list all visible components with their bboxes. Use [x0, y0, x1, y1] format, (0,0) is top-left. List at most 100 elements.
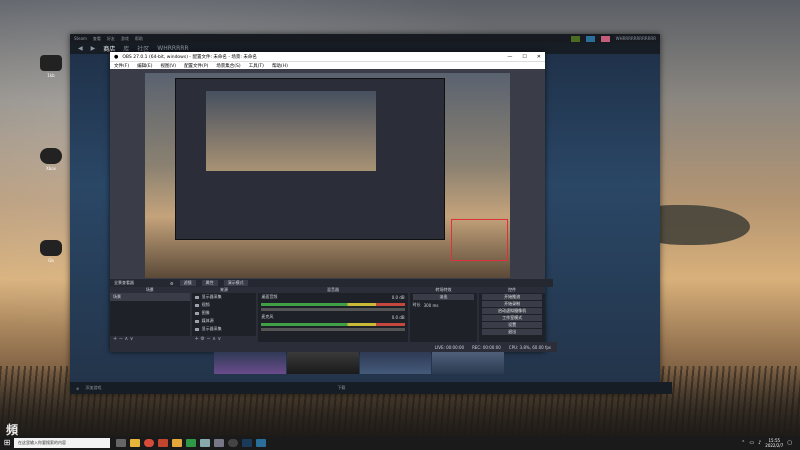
sources-dock: 来源 显示器采集 视频 图像 媒体源 显示器采集 + ⚙ − ∧ ∨ [191, 287, 257, 342]
gear-icon[interactable]: ⚙ [170, 281, 174, 286]
source-item[interactable]: 显示器采集 [192, 293, 257, 301]
media-icon [194, 319, 199, 323]
rec-status: REC: 00:00:00 [472, 344, 501, 350]
steam-menu-steam[interactable]: Steam [74, 36, 87, 41]
recursive-preview-2 [206, 91, 376, 171]
steam-account-name[interactable]: WHRRRRRRRRRRRR [616, 36, 656, 42]
settings-button[interactable]: 设置 [482, 322, 542, 328]
app-icon[interactable] [214, 439, 224, 447]
volume-slider[interactable] [261, 308, 405, 311]
steam-topbar: Steam 查看 好友 游戏 帮助 WHRRRRRRRRRRRR [70, 34, 660, 43]
transitions-dock: 转场特效 淡出 时长 300 ms [409, 287, 478, 342]
monitor-icon [194, 295, 199, 299]
duration-row: 时长 300 ms [410, 301, 478, 309]
studio-mode-button[interactable]: 工作室模式 [482, 315, 542, 321]
steam-bottom-bar: ⊕ 添加游戏 下载 [70, 382, 672, 394]
windows-start-icon[interactable]: ⊞ [0, 436, 14, 450]
play-icon[interactable] [186, 439, 196, 447]
start-streaming-button[interactable]: 开始推流 [482, 294, 542, 300]
close-icon[interactable]: ✕ [537, 54, 541, 60]
app-icon[interactable] [172, 439, 182, 447]
volume-meter [261, 323, 405, 326]
selected-source-outline [451, 219, 508, 261]
obs-taskbar-icon[interactable] [228, 439, 238, 447]
nav-username[interactable]: WHRRRRR [157, 45, 188, 52]
minimize-icon[interactable]: — [507, 54, 512, 60]
taskbar-search-input[interactable]: 在这里输入你要搜索的内容 [14, 438, 110, 448]
tab-studio-mode[interactable]: 演示模式 [223, 280, 248, 286]
tab-filters[interactable]: 滤镜 [179, 280, 196, 286]
mixer-channel: 麦克风 0.0 dB [258, 313, 407, 321]
desktop-icon-label: Gb [48, 258, 54, 263]
obs-preview-canvas[interactable] [145, 73, 510, 278]
obs-window: ● OBS 27.0.1 (64-bit, windows) - 配置文件: 未… [110, 52, 557, 352]
image-icon [194, 311, 199, 315]
channel-name: 桌面音频 [261, 294, 278, 299]
scenes-dock: 场景 场景 + − ∧ ∨ [110, 287, 190, 342]
steam-thumbnail-strip [214, 352, 504, 374]
desktop-icon-handheld[interactable]: 1kb [36, 55, 66, 78]
live-status: LIVE: 00:00:00 [434, 344, 465, 350]
app-icon[interactable] [256, 439, 266, 447]
steam-menu-view[interactable]: 查看 [93, 36, 101, 42]
scene-label: 全景查看器 [114, 280, 134, 285]
notification-center-icon[interactable]: ▢ [787, 440, 792, 446]
app-icon[interactable] [158, 439, 168, 447]
gamepad-icon [40, 148, 62, 164]
duration-input[interactable]: 300 ms [424, 303, 439, 308]
chrome-icon[interactable] [144, 439, 154, 447]
source-item-label: 显示器采集 [201, 294, 222, 299]
plus-icon[interactable]: ⊕ [76, 386, 79, 391]
thumbnail[interactable] [359, 352, 432, 374]
maximize-icon[interactable]: ☐ [522, 54, 526, 60]
add-game-button[interactable]: 添加游戏 [85, 385, 101, 391]
downloads-button[interactable]: 下载 [337, 385, 345, 391]
forward-arrow-icon[interactable]: ▶ [91, 45, 96, 52]
transition-select[interactable]: 淡出 [412, 294, 475, 300]
window-controls: — ☐ ✕ [507, 54, 541, 60]
back-arrow-icon[interactable]: ◀ [78, 45, 83, 52]
volume-slider[interactable] [261, 328, 405, 331]
windows-taskbar: ⊞ 在这里输入你要搜索的内容 ⌃ ▭ ♪ 15:55 2022/2/7 ▢ [0, 436, 800, 450]
virtual-camera-button[interactable]: 启动虚拟摄像机 [482, 308, 542, 314]
desktop-icon-gamepad[interactable]: Xbox [36, 148, 66, 171]
source-item[interactable]: 视频 [192, 301, 257, 309]
volume-icon[interactable]: ♪ [758, 440, 761, 446]
system-tray: ⌃ ▭ ♪ 15:55 2022/2/7 ▢ [741, 438, 800, 448]
steam-menu-help[interactable]: 帮助 [135, 36, 143, 42]
app-icon[interactable] [200, 439, 210, 447]
controls-dock: 控件 开始推流 开始录制 启动虚拟摄像机 工作室模式 设置 退出 [479, 287, 545, 342]
clock[interactable]: 15:55 2022/2/7 [765, 438, 783, 448]
thumbnail[interactable] [214, 352, 286, 374]
obs-window-title: OBS 27.0.1 (64-bit, windows) - 配置文件: 未命名… [122, 54, 257, 60]
network-icon[interactable]: ▭ [749, 440, 754, 446]
file-explorer-icon[interactable] [130, 439, 140, 447]
video-icon [194, 303, 199, 307]
source-item[interactable]: 媒体源 [192, 317, 257, 325]
tab-properties[interactable]: 属性 [201, 280, 218, 286]
desktop-icon-label: Xbox [46, 166, 56, 171]
thumbnail[interactable] [286, 352, 359, 374]
chevron-up-icon[interactable]: ⌃ [741, 440, 745, 446]
start-recording-button[interactable]: 开始录制 [482, 301, 542, 307]
source-item-label: 显示器采集 [201, 326, 222, 331]
source-item[interactable]: 显示器采集 [192, 325, 257, 333]
audio-mixer-dock: 混音器 桌面音频 0.0 dB 麦克风 0.0 dB [258, 287, 408, 342]
steam-taskbar-icon[interactable] [242, 439, 252, 447]
duration-label: 时长 [412, 302, 421, 307]
steam-menu-friends[interactable]: 好友 [107, 36, 115, 42]
steam-menu-games[interactable]: 游戏 [121, 36, 129, 42]
broadcast-icon[interactable] [570, 35, 580, 42]
desktop-icon-label: 1kb [47, 73, 55, 78]
exit-button[interactable]: 退出 [482, 329, 542, 335]
obs-titlebar: ● OBS 27.0.1 (64-bit, windows) - 配置文件: 未… [110, 52, 545, 61]
task-view-icon[interactable] [116, 439, 126, 447]
scene-item[interactable]: 场景 [110, 293, 190, 301]
thumbnail[interactable] [432, 352, 504, 374]
source-item[interactable]: 图像 [192, 309, 257, 317]
channel-name: 麦克风 [261, 314, 274, 319]
desktop-icon-controller[interactable]: Gb [36, 240, 66, 263]
avatar[interactable] [600, 35, 610, 42]
scene-item-label: 场景 [113, 294, 121, 299]
notification-icon[interactable] [585, 35, 595, 42]
